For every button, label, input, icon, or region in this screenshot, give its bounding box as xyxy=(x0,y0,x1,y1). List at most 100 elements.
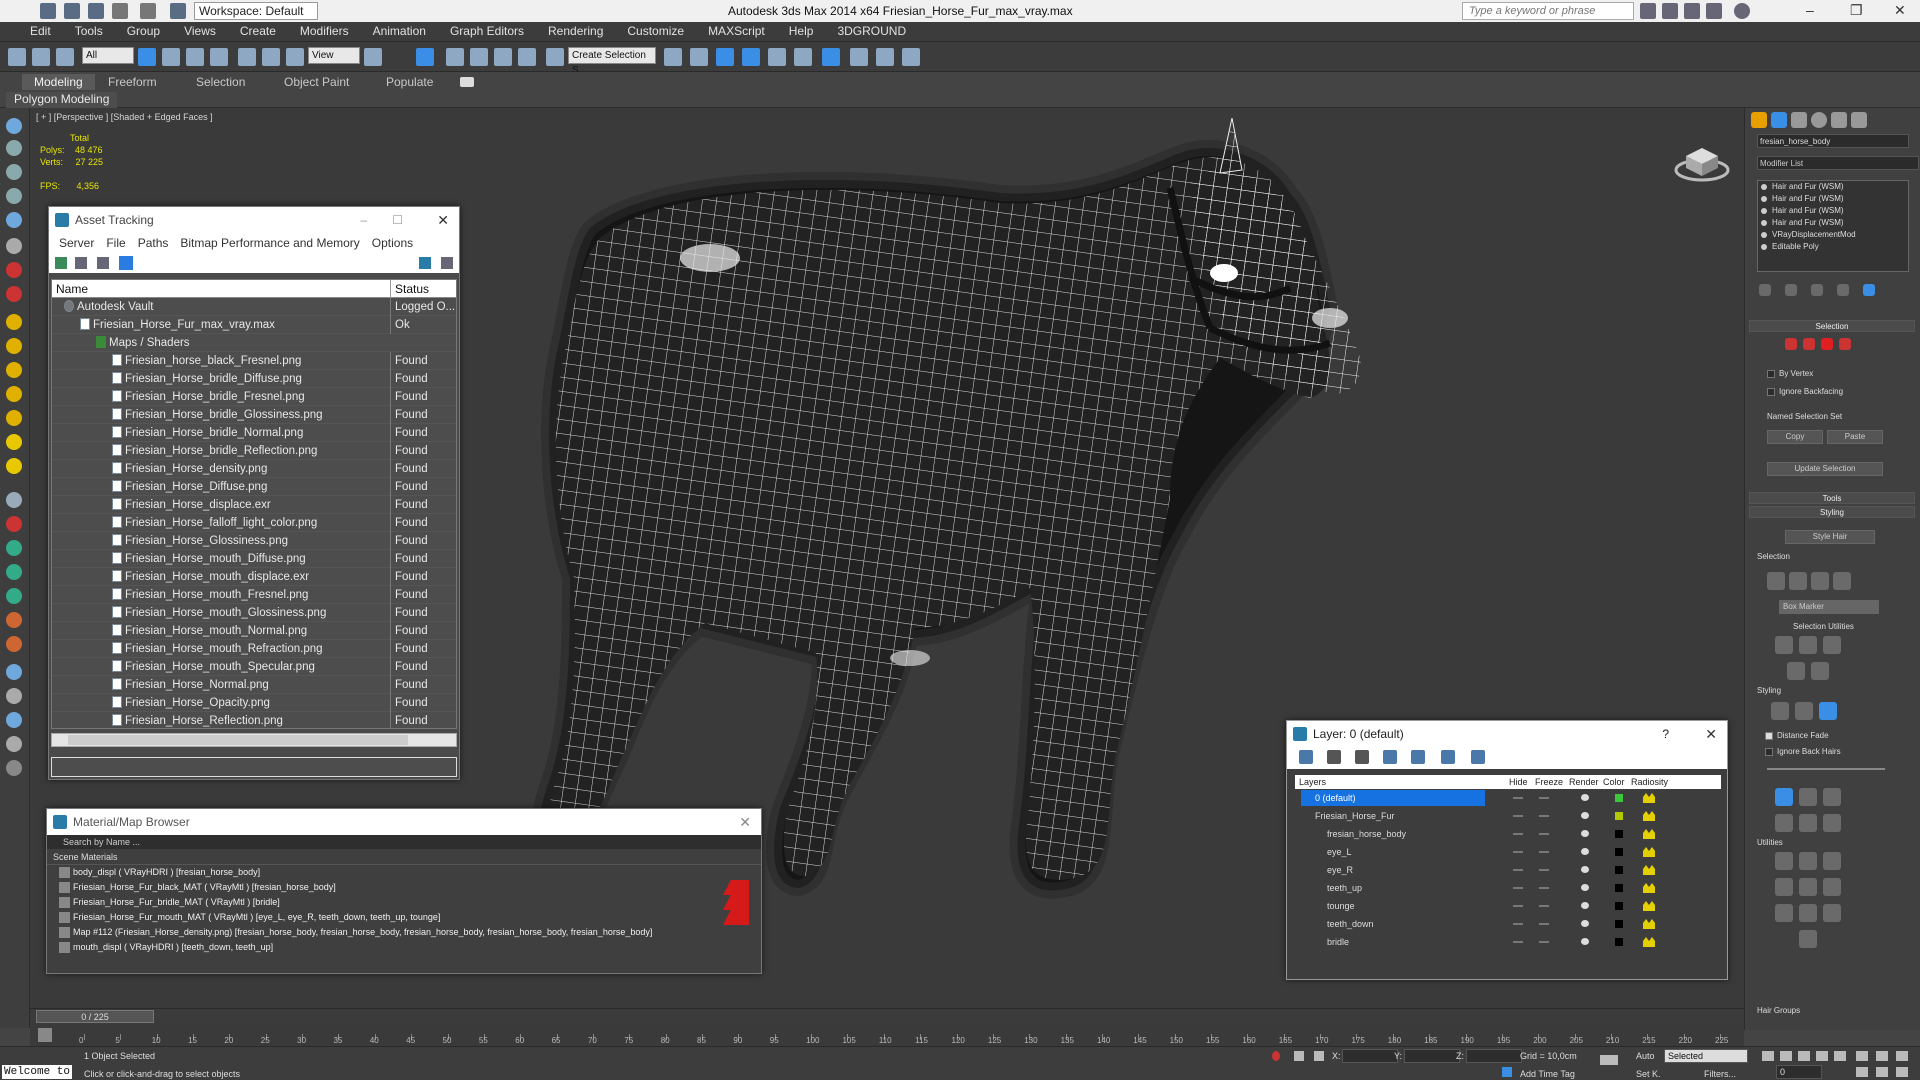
field-of-view-icon[interactable] xyxy=(1856,1067,1868,1077)
asset-row[interactable]: Friesian_Horse_Fur_max_vray.max Ok xyxy=(52,316,456,334)
layer-color-swatch[interactable] xyxy=(1615,938,1623,946)
mini-curve-editor-icon[interactable] xyxy=(38,1028,52,1042)
y-coordinate-field[interactable] xyxy=(1404,1049,1460,1063)
new-file-icon[interactable] xyxy=(40,3,56,19)
freeze-toggle[interactable] xyxy=(1539,905,1549,907)
tab-modeling[interactable]: Modeling xyxy=(22,74,95,90)
menu-create[interactable]: Create xyxy=(228,22,288,38)
maximize-button[interactable]: ❐ xyxy=(1850,2,1863,19)
bind-space-warp-icon[interactable] xyxy=(56,48,74,66)
layer-row[interactable]: eye_R xyxy=(1295,861,1721,879)
modifier-list-dropdown[interactable]: Modifier List xyxy=(1757,156,1919,170)
edit-named-selection-icon[interactable] xyxy=(546,48,564,66)
hair-cut-icon[interactable] xyxy=(1795,702,1813,720)
tab-object-paint[interactable]: Object Paint xyxy=(284,74,349,90)
current-frame-field[interactable]: 0 xyxy=(1776,1065,1822,1079)
clump-icon[interactable] xyxy=(1775,814,1793,832)
workspace-dropdown[interactable]: Workspace: Default xyxy=(194,2,318,20)
time-tag-icon[interactable] xyxy=(1502,1067,1512,1077)
key-filter-dropdown[interactable]: Selected xyxy=(1664,1049,1748,1063)
stack-item[interactable]: Editable Poly xyxy=(1758,241,1908,253)
pop-selected-icon[interactable] xyxy=(1799,852,1817,870)
link-icon[interactable] xyxy=(8,48,26,66)
menu-modifiers[interactable]: Modifiers xyxy=(288,22,361,38)
z-coordinate-field[interactable] xyxy=(1466,1049,1522,1063)
communication-icon[interactable] xyxy=(1684,3,1700,19)
asset-row[interactable]: Friesian_Horse_displace.exr Found xyxy=(52,496,456,514)
viewport-layout-icon[interactable] xyxy=(6,118,22,134)
tab-populate[interactable]: Populate xyxy=(386,74,433,90)
selection-lock-icon[interactable] xyxy=(1294,1051,1304,1061)
grid-view-icon[interactable] xyxy=(119,256,133,270)
ignore-back-hairs-checkbox[interactable] xyxy=(1765,748,1773,756)
asset-row[interactable]: Friesian_Horse_mouth_Specular.png Found xyxy=(52,658,456,676)
render-teapot-icon[interactable] xyxy=(1581,848,1589,855)
rendered-frame-icon[interactable] xyxy=(876,48,894,66)
play-icon[interactable] xyxy=(1798,1051,1810,1061)
select-manipulate-icon[interactable] xyxy=(416,48,434,66)
particle-icon[interactable] xyxy=(6,516,22,532)
hair-brush-icon[interactable] xyxy=(1771,702,1789,720)
toggle-collisions-icon[interactable] xyxy=(1775,878,1793,896)
statistics-icon[interactable] xyxy=(6,736,22,752)
asset-row[interactable]: Autodesk Vault Logged O... xyxy=(52,298,456,316)
layer-row[interactable]: 0 (default) xyxy=(1295,789,1721,807)
stack-item[interactable]: VRayDisplacementMod xyxy=(1758,229,1908,241)
asset-row[interactable]: Friesian_Horse_falloff_light_color.png Fo… xyxy=(52,514,456,532)
open-file-icon[interactable] xyxy=(64,3,80,19)
render-teapot-icon[interactable] xyxy=(1581,830,1589,837)
select-whole-strand-icon[interactable] xyxy=(1789,572,1807,590)
radiosity-crown-icon[interactable] xyxy=(1643,865,1655,875)
asset-row[interactable]: Maps / Shaders xyxy=(52,334,456,352)
named-selection-dropdown[interactable]: Create Selection S xyxy=(568,47,656,76)
asset-row[interactable]: Friesian_Horse_bridle_Diffuse.png Found xyxy=(52,370,456,388)
walkthrough-icon[interactable] xyxy=(6,612,22,628)
stack-item[interactable]: Hair and Fur (WSM) xyxy=(1758,181,1908,193)
close-icon[interactable]: ✕ xyxy=(1705,721,1717,747)
stack-item[interactable]: Hair and Fur (WSM) xyxy=(1758,217,1908,229)
render-teapot-icon[interactable] xyxy=(1581,920,1589,927)
freeze-toggle[interactable] xyxy=(1539,869,1549,871)
zoom-icon[interactable] xyxy=(1856,1051,1868,1061)
display-tab-icon[interactable] xyxy=(1831,112,1847,128)
hair-selection-element-icon[interactable] xyxy=(1839,338,1851,350)
box-marker-dropdown[interactable]: Box Marker xyxy=(1779,600,1879,614)
help-icon[interactable] xyxy=(1734,3,1750,19)
lock-icon[interactable] xyxy=(1823,878,1841,896)
hair-selection-face-icon[interactable] xyxy=(1803,338,1815,350)
search-input[interactable]: Type a keyword or phrase xyxy=(1462,2,1634,20)
show-end-result-icon[interactable] xyxy=(1785,284,1797,296)
select-and-scale-icon[interactable] xyxy=(286,48,304,66)
menu-maxscript[interactable]: MAXScript xyxy=(696,22,777,38)
freeze-toggle[interactable] xyxy=(1539,887,1549,889)
select-vertices-icon[interactable] xyxy=(1811,572,1829,590)
zoom-extents-icon[interactable] xyxy=(1896,1051,1908,1061)
translate-icon[interactable] xyxy=(1775,788,1793,806)
reference-coordinate-dropdown[interactable]: View xyxy=(308,47,360,64)
subscription-icon[interactable] xyxy=(1662,3,1678,19)
help-button[interactable]: ? xyxy=(1662,721,1669,747)
select-hair-by-ends-icon[interactable] xyxy=(1767,572,1785,590)
sheet-icon[interactable] xyxy=(6,188,22,204)
material-item[interactable]: body_displ ( VRayHDRI ) [fresian_horse_b… xyxy=(47,865,761,880)
radiosity-crown-icon[interactable] xyxy=(1643,793,1655,803)
select-object-icon[interactable] xyxy=(138,48,156,66)
add-to-layer-icon[interactable] xyxy=(1355,750,1369,764)
render-teapot-icon[interactable] xyxy=(1581,812,1589,819)
torus-primitive-icon[interactable] xyxy=(6,386,22,402)
by-vertex-checkbox[interactable] xyxy=(1767,370,1775,378)
recomb-icon[interactable] xyxy=(1775,904,1793,922)
cone-primitive-icon[interactable] xyxy=(6,410,22,426)
sphere-primitive-icon[interactable] xyxy=(6,338,22,354)
select-by-name-icon[interactable] xyxy=(162,48,180,66)
material-item[interactable]: Friesian_Horse_Fur_bridle_MAT ( VRayMtl … xyxy=(47,895,761,910)
brush-size-slider[interactable] xyxy=(1767,768,1885,770)
unlink-icon[interactable] xyxy=(32,48,50,66)
layer-color-swatch[interactable] xyxy=(1615,866,1623,874)
hide-toggle[interactable] xyxy=(1513,797,1523,799)
select-tool-icon[interactable] xyxy=(1819,702,1837,720)
spacewarp-icon[interactable] xyxy=(6,564,22,580)
column-name[interactable]: Name xyxy=(56,280,88,298)
rotate-selection-icon[interactable] xyxy=(1799,636,1817,654)
layer-explorer-icon[interactable] xyxy=(6,164,22,180)
